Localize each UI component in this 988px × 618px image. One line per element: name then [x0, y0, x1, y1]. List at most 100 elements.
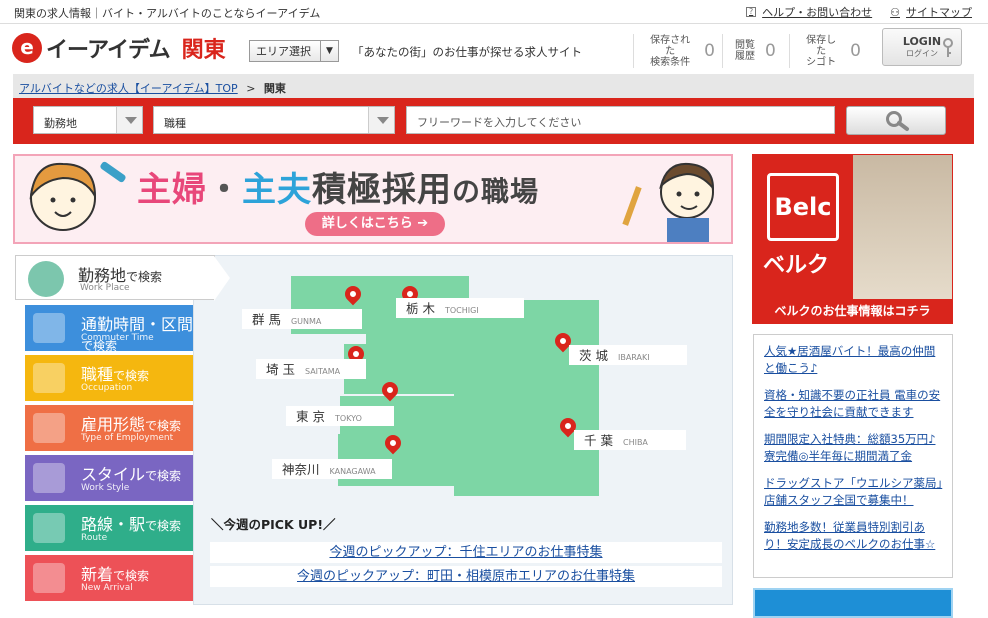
- nav-route-suffix: で検索: [145, 519, 182, 533]
- side-link[interactable]: 人気★居酒屋バイト！最高の仲間と働こう♪: [764, 343, 946, 377]
- nav-route-sub: Route: [81, 533, 108, 543]
- nav-employment-sub: Type of Employment: [81, 433, 174, 443]
- logo-mark: e: [12, 33, 42, 63]
- area-select-button[interactable]: エリア選択 ▼: [249, 40, 339, 62]
- belc-ad-caption: ベルクのお仕事情報はコチラ: [753, 299, 952, 323]
- banner-title: 主婦・主夫積極採用の職場: [137, 162, 539, 211]
- nav-new-suffix: で検索: [113, 569, 150, 583]
- job-type-select[interactable]: 職種: [153, 106, 395, 134]
- help-link[interactable]: ? ヘルプ・お問い合わせ: [746, 4, 872, 20]
- tochigi-label[interactable]: 栃 木 TOCHIGI: [396, 298, 524, 318]
- housewife-banner[interactable]: 主婦・主夫積極採用の職場 詳しくはこちら ➔: [13, 154, 733, 244]
- nav-workplace[interactable]: 勤務地で検索 Work Place: [15, 255, 230, 301]
- saved-jobs-count: 0: [850, 41, 861, 61]
- chevron-down-icon: [368, 107, 394, 133]
- breadcrumb-top-link[interactable]: アルバイトなどの求人【イーアイデム】TOP: [19, 82, 238, 95]
- recruitment-banner[interactable]: [753, 588, 953, 618]
- site-logo[interactable]: e イーアイデム 関東: [12, 32, 226, 64]
- banner-title-a: 主婦: [137, 170, 207, 210]
- nav-style-label: スタイル: [81, 465, 146, 484]
- saved-conditions-count: 0: [704, 41, 715, 61]
- history-label1: 閲覧: [735, 40, 755, 51]
- chiba-label[interactable]: 千 葉 CHIBA: [574, 430, 686, 450]
- nav-new-sub: New Arrival: [81, 583, 133, 593]
- header: e イーアイデム 関東 エリア選択 ▼ 「あなたの街」のお仕事が探せる求人サイト…: [0, 24, 988, 74]
- saved-jobs[interactable]: 保存した シゴト 0: [789, 34, 861, 68]
- breadcrumb-current: 関東: [263, 82, 286, 95]
- banner-title-c: 積極採用: [312, 170, 452, 210]
- banner-title-d: の職場: [452, 175, 540, 208]
- freeword-input[interactable]: フリーワードを入力してください: [406, 106, 835, 134]
- pickup-link[interactable]: 今週のピックアップ：町田・相模原市エリアのお仕事特集: [210, 566, 722, 587]
- gunma-label[interactable]: 群 馬 GUNMA: [242, 309, 362, 329]
- sitemap-link-label: サイトマップ: [906, 6, 972, 19]
- side-link[interactable]: 勤務地多数！従業員特別割引あり！安定成長のベルクのお仕事☆: [764, 519, 946, 553]
- login-button[interactable]: LOGIN ログイン: [882, 28, 962, 66]
- building-icon: [33, 363, 65, 393]
- location-pin-icon: [28, 261, 64, 297]
- top-bar: 関東の求人情報｜バイト・アルバイトのことならイーアイデム ? ヘルプ・お問い合わせ…: [0, 0, 988, 24]
- site-tagline: 関東の求人情報｜バイト・アルバイトのことならイーアイデム: [14, 7, 321, 20]
- tokyo-label[interactable]: 東 京 TOKYO: [286, 406, 394, 426]
- new-badge-icon: [33, 563, 65, 593]
- tochigi-jp: 栃 木: [406, 301, 435, 316]
- saved-conditions-label2: 検索条件: [650, 56, 691, 68]
- location-select[interactable]: 勤務地: [33, 106, 143, 134]
- ibaraki-label[interactable]: 茨 城 IBARAKI: [569, 345, 687, 365]
- nav-style-sub: Work Style: [81, 483, 130, 493]
- tokyo-en: TOKYO: [334, 414, 362, 423]
- side-link[interactable]: ドラッグストア「ウエルシア薬局」店舗スタッフ全国で募集中！: [764, 475, 946, 509]
- history[interactable]: 閲覧 履歴 0: [722, 34, 780, 68]
- nav-route[interactable]: 路線・駅で検索 Route: [25, 505, 193, 551]
- man-illustration: [622, 162, 715, 242]
- saved-conditions-label1: 保存された: [650, 34, 691, 57]
- nav-commute[interactable]: 通勤時間・区間で検索 Commuter Time: [25, 305, 194, 353]
- pickup-link[interactable]: 今週のピックアップ：千住エリアのお仕事特集: [210, 542, 722, 563]
- kanagawa-jp: 神奈川: [282, 462, 320, 477]
- nav-style[interactable]: スタイルで検索 Work Style: [25, 455, 193, 501]
- side-link[interactable]: 資格・知識不要の正社員 電車の安全を守り社会に貢献できます: [764, 387, 946, 421]
- nav-employment[interactable]: 雇用形態で検索 Type of Employment: [25, 405, 193, 451]
- nav-employment-label: 雇用形態: [81, 415, 146, 434]
- nav-route-label: 路線・駅: [81, 515, 146, 534]
- breadcrumb: アルバイトなどの求人【イーアイデム】TOP > 関東: [13, 74, 974, 98]
- gunma-en: GUNMA: [290, 317, 322, 326]
- kanagawa-label[interactable]: 神奈川 KANAGAWA: [272, 459, 392, 479]
- chiba-jp: 千 葉: [584, 433, 613, 448]
- nav-new[interactable]: 新着で検索 New Arrival: [25, 555, 193, 601]
- gunma-jp: 群 馬: [252, 312, 281, 327]
- banner-title-dot: ・: [207, 170, 242, 210]
- ibaraki-en: IBARAKI: [617, 353, 650, 362]
- search-icon: [886, 111, 909, 131]
- sitemap-link[interactable]: ⚇ サイトマップ: [890, 4, 972, 20]
- nav-workplace-suffix: で検索: [126, 270, 163, 284]
- pickup-heading: ＼今週のPICK UP!／: [211, 517, 336, 532]
- clock-icon: [33, 313, 65, 343]
- kanagawa-en: KANAGAWA: [329, 467, 376, 476]
- nav-occupation-label: 職種: [81, 365, 114, 384]
- area-select-label: エリア選択: [256, 45, 311, 58]
- chevron-down-icon: [116, 107, 142, 133]
- question-icon: ?: [746, 7, 757, 17]
- tokyo-jp: 東 京: [296, 409, 325, 424]
- banner-details-button[interactable]: 詳しくはこちら ➔: [305, 212, 445, 236]
- banner-title-b: 主夫: [242, 170, 312, 210]
- nav-commute-sub: Commuter Time: [81, 333, 154, 343]
- saved-conditions[interactable]: 保存された 検索条件 0: [633, 34, 715, 68]
- nav-style-suffix: で検索: [145, 469, 182, 483]
- nav-commute-label: 通勤時間・区間: [81, 315, 194, 334]
- key-icon: [943, 38, 953, 57]
- train-icon: [33, 513, 65, 543]
- search-bar: 勤務地 職種 フリーワードを入力してください: [13, 98, 974, 144]
- nav-occupation-suffix: で検索: [113, 369, 150, 383]
- search-button[interactable]: [846, 106, 946, 135]
- side-link[interactable]: 期間限定入社特典：総額35万円♪寮完備◎半年毎に期間満了金: [764, 431, 946, 465]
- history-count: 0: [765, 41, 776, 61]
- history-label2: 履歴: [735, 51, 755, 62]
- saved-jobs-label1: 保存した: [806, 34, 837, 57]
- saitama-label[interactable]: 埼 玉 SAITAMA: [256, 359, 366, 379]
- nav-occupation[interactable]: 職種で検索 Occupation: [25, 355, 193, 401]
- belc-side-ad[interactable]: Belc ベルク ベルクのお仕事情報はコチラ: [752, 154, 953, 324]
- saved-jobs-label2: シゴト: [806, 56, 837, 68]
- breadcrumb-separator: >: [246, 82, 256, 95]
